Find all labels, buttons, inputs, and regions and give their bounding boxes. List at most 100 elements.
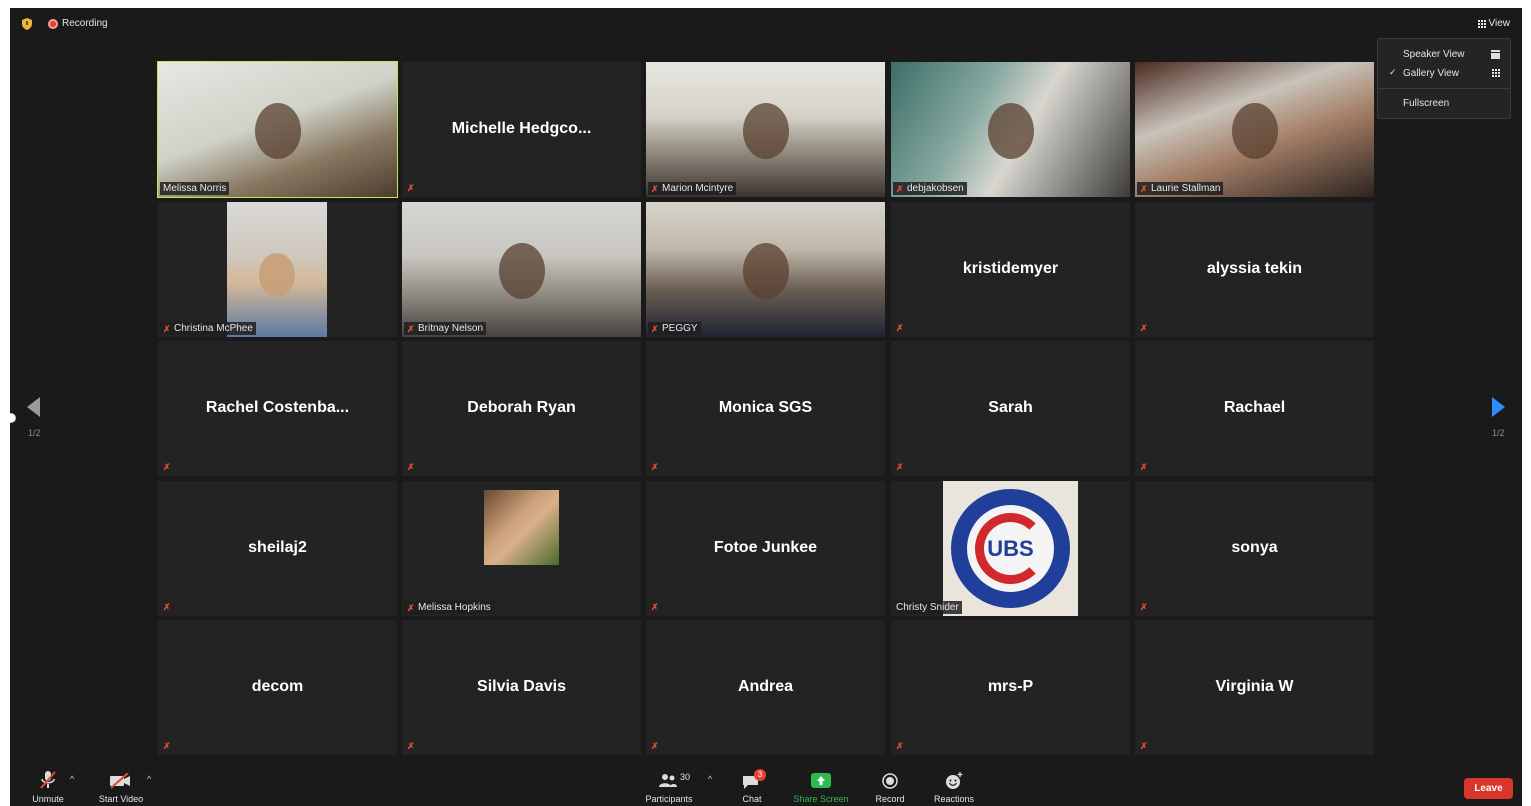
speaker-view-label: Speaker View <box>1403 49 1465 60</box>
participant-name: Fotoe Junkee <box>713 539 818 556</box>
participant-label: ✗ debjakobsen <box>893 182 967 195</box>
microphone-muted-icon: ✗ <box>407 602 415 613</box>
participant-tile[interactable]: alyssia tekin ✗ <box>1135 202 1374 337</box>
microphone-muted-icon: ✗ <box>651 323 659 334</box>
microphone-muted-icon: ✗ <box>1140 183 1148 194</box>
speaker-view-icon <box>1491 50 1500 59</box>
page-indicator-left: 1/2 <box>28 428 41 438</box>
participant-tile[interactable]: Rachael ✗ <box>1135 341 1374 476</box>
view-button[interactable]: View <box>1477 18 1511 29</box>
microphone-muted-icon: ✗ <box>896 741 904 751</box>
microphone-muted-icon: ✗ <box>163 741 171 751</box>
next-page-arrow-icon[interactable] <box>1492 397 1505 417</box>
participant-tile[interactable]: Rachel Costenba... ✗ <box>158 341 397 476</box>
participant-name: Rachel Costenba... <box>205 399 350 416</box>
fullscreen-option[interactable]: Fullscreen <box>1378 95 1510 113</box>
participant-name: kristidemyer <box>962 260 1059 277</box>
participant-head <box>259 253 295 298</box>
microphone-muted-icon: ✗ <box>1140 741 1148 751</box>
participant-name: Monica SGS <box>718 399 813 416</box>
participant-head <box>254 102 301 159</box>
participant-video <box>402 202 641 337</box>
participant-tile[interactable]: sheilaj2 ✗ <box>158 481 397 616</box>
participant-label: ✗ Britnay Nelson <box>404 322 487 335</box>
fullscreen-label: Fullscreen <box>1403 98 1450 109</box>
video-options-chevron-up-icon[interactable]: ^ <box>147 774 151 784</box>
chat-label: Chat <box>742 794 762 804</box>
view-label: View <box>1488 18 1511 29</box>
participant-label: ✗ PEGGY <box>648 322 701 335</box>
participant-head <box>742 242 789 299</box>
participant-tile[interactable]: ✗ Marion Mcintyre <box>646 62 885 197</box>
grid-icon <box>1477 19 1486 28</box>
participant-name: Sarah <box>988 399 1033 416</box>
share-screen-label: Share Screen <box>793 794 849 804</box>
gallery-view-option[interactable]: ✓ Gallery View <box>1378 65 1510 83</box>
participant-name: Virginia W <box>1215 678 1294 695</box>
microphone-muted-icon: ✗ <box>163 462 171 472</box>
participant-tile[interactable]: ✗ Britnay Nelson <box>402 202 641 337</box>
video-off-icon <box>110 773 130 789</box>
participants-chevron-up-icon[interactable]: ^ <box>708 774 712 784</box>
participant-tile[interactable]: Michelle Hedgco... ✗ <box>402 62 641 197</box>
participant-label-text: Marion Mcintyre <box>662 183 734 194</box>
participant-tile[interactable]: sonya ✗ <box>1135 481 1374 616</box>
participant-label-text: Laurie Stallman <box>1151 183 1221 194</box>
participant-label: Melissa Norris <box>160 182 230 195</box>
microphone-muted-icon: ✗ <box>896 323 904 333</box>
participant-tile[interactable]: Deborah Ryan ✗ <box>402 341 641 476</box>
microphone-muted-icon: ✗ <box>651 602 659 612</box>
microphone-muted-icon: ✗ <box>896 462 904 472</box>
record-icon <box>882 773 898 789</box>
audio-options-chevron-up-icon[interactable]: ^ <box>70 774 74 784</box>
participant-video <box>1135 62 1374 197</box>
participant-tile[interactable]: ✗ Melissa Hopkins <box>402 481 641 616</box>
recording-label: Recording <box>62 18 108 29</box>
participant-label-text: debjakobsen <box>907 183 964 194</box>
participant-name: sheilaj2 <box>248 539 307 556</box>
participant-label: ✗ Christina McPhee <box>160 322 256 335</box>
participant-name: Silvia Davis <box>477 678 566 695</box>
participant-tile[interactable]: UBS Christy Snider <box>891 481 1130 616</box>
shield-icon[interactable] <box>22 18 32 30</box>
microphone-muted-icon: ✗ <box>1140 323 1148 333</box>
participant-name: sonya <box>1231 539 1278 556</box>
view-menu: Speaker View ✓ Gallery View Fullscreen <box>1377 38 1511 119</box>
participant-label-text: Christy Snider <box>896 602 959 613</box>
participant-label-text: Melissa Hopkins <box>418 602 491 613</box>
microphone-muted-icon: ✗ <box>163 323 171 334</box>
participant-tile[interactable]: ✗ debjakobsen <box>891 62 1130 197</box>
participant-name: mrs-P <box>987 678 1034 695</box>
microphone-muted-icon: ✗ <box>163 602 171 612</box>
page-indicator-right: 1/2 <box>1492 428 1505 438</box>
participant-label-text: Britnay Nelson <box>418 323 484 334</box>
previous-page-arrow-icon[interactable] <box>27 397 40 417</box>
microphone-muted-icon: ✗ <box>1140 602 1148 612</box>
participant-tile[interactable]: mrs-P ✗ <box>891 620 1130 755</box>
share-screen-icon <box>811 773 831 788</box>
participants-count: 30 <box>680 772 691 782</box>
participant-tile[interactable]: Silvia Davis ✗ <box>402 620 641 755</box>
participant-video <box>891 62 1130 197</box>
participant-tile[interactable]: ✗ Laurie Stallman <box>1135 62 1374 197</box>
speaker-view-option[interactable]: Speaker View <box>1378 46 1510 64</box>
participant-tile[interactable]: kristidemyer ✗ <box>891 202 1130 337</box>
participant-tile[interactable]: ✗ Christina McPhee <box>158 202 397 337</box>
participant-tile[interactable]: Virginia W ✗ <box>1135 620 1374 755</box>
gallery-view-icon <box>1492 69 1500 77</box>
leave-button[interactable]: Leave <box>1464 778 1513 799</box>
participant-tile[interactable]: Melissa Norris <box>157 61 398 198</box>
participant-tile[interactable]: Fotoe Junkee ✗ <box>646 481 885 616</box>
participant-tile[interactable]: decom ✗ <box>158 620 397 755</box>
resize-handle[interactable] <box>10 413 16 423</box>
participant-head <box>742 102 789 159</box>
participant-name: Michelle Hedgco... <box>451 120 592 137</box>
gallery-view-label: Gallery View <box>1403 68 1459 79</box>
participant-tile[interactable]: Monica SGS ✗ <box>646 341 885 476</box>
participant-tile[interactable]: Sarah ✗ <box>891 341 1130 476</box>
chat-badge: 3 <box>754 769 766 781</box>
unmute-label: Unmute <box>32 794 64 804</box>
participant-head <box>1231 102 1278 159</box>
participant-tile[interactable]: ✗ PEGGY <box>646 202 885 337</box>
participant-tile[interactable]: Andrea ✗ <box>646 620 885 755</box>
